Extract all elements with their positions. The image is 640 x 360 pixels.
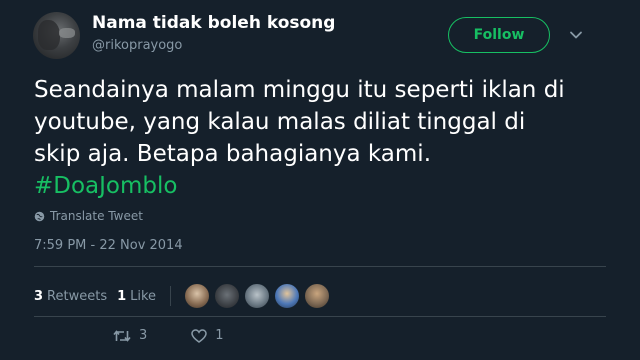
- liker-avatar[interactable]: [304, 283, 331, 309]
- liker-avatar[interactable]: [244, 283, 271, 309]
- liker-avatar[interactable]: [214, 283, 241, 309]
- avatar-highlight: [59, 28, 75, 38]
- divider: [34, 316, 606, 317]
- tweet-actions: 3 1: [113, 328, 224, 343]
- translate-tweet-link[interactable]: Translate Tweet: [34, 209, 143, 223]
- tweet-timestamp[interactable]: 7:59 PM - 22 Nov 2014: [34, 238, 183, 253]
- tweet-text-line: youtube, yang kalau malas diliat tinggal…: [34, 109, 526, 135]
- author-username[interactable]: @rikoprayogo: [92, 38, 182, 53]
- tweet-card: Nama tidak boleh kosong @rikoprayogo Fol…: [0, 0, 640, 360]
- retweets-label: Retweets: [47, 288, 108, 304]
- author-display-name[interactable]: Nama tidak boleh kosong: [92, 13, 335, 33]
- retweets-count: 3: [34, 288, 44, 304]
- avatar-shade: [38, 20, 60, 50]
- chevron-down-icon[interactable]: [568, 27, 584, 43]
- liker-avatar[interactable]: [184, 283, 211, 309]
- hashtag-link[interactable]: #DoaJomblo: [34, 170, 624, 202]
- retweets-stat[interactable]: 3 Retweets: [34, 289, 107, 304]
- likes-label: Like: [130, 288, 157, 304]
- globe-icon: [34, 211, 45, 221]
- follow-button[interactable]: Follow: [448, 17, 550, 53]
- liker-avatar[interactable]: [274, 283, 301, 309]
- translate-label: Translate Tweet: [50, 209, 143, 223]
- likes-stat[interactable]: 1 Like: [117, 289, 156, 304]
- retweet-count: 3: [139, 328, 148, 343]
- retweet-icon: [113, 329, 131, 342]
- likes-count: 1: [117, 288, 127, 304]
- tweet-stats: 3 Retweets 1 Like: [34, 283, 334, 309]
- divider: [34, 266, 606, 267]
- liker-avatars: [184, 283, 334, 309]
- tweet-text-line: Seandainya malam minggu itu seperti ikla…: [34, 77, 565, 103]
- like-count: 1: [215, 328, 224, 343]
- tweet-text: Seandainya malam minggu itu seperti ikla…: [34, 74, 624, 202]
- author-avatar[interactable]: [33, 12, 80, 59]
- stats-separator: [170, 286, 172, 306]
- retweet-action[interactable]: 3: [113, 328, 147, 343]
- like-action[interactable]: 1: [191, 328, 224, 343]
- heart-icon: [191, 328, 208, 343]
- tweet-text-line: skip aja. Betapa bahagianya kami.: [34, 141, 432, 167]
